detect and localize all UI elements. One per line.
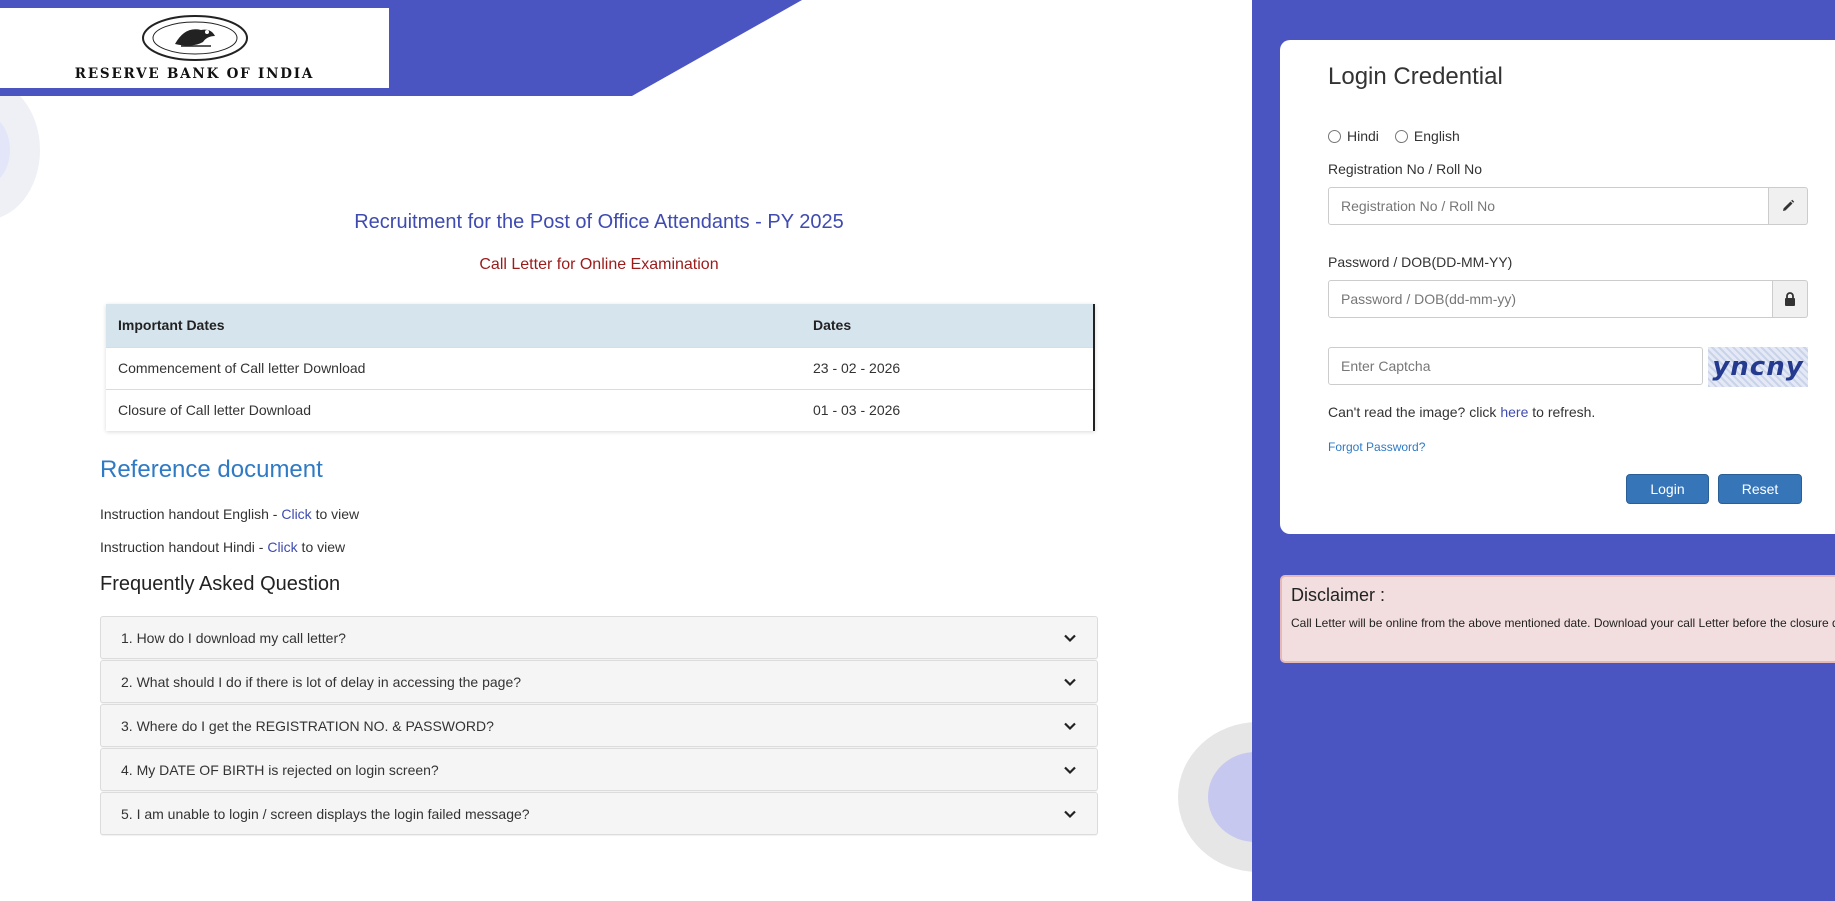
faq-question: 1. How do I download my call letter?	[121, 629, 346, 646]
chevron-down-icon	[1064, 678, 1076, 686]
rbi-seal-icon	[141, 15, 248, 61]
chevron-down-icon	[1064, 766, 1076, 774]
reset-button[interactable]: Reset	[1718, 474, 1802, 504]
password-label: Password / DOB(DD-MM-YY)	[1328, 254, 1513, 270]
chevron-down-icon	[1064, 722, 1076, 730]
table-header: Dates	[801, 304, 1094, 347]
radio-english[interactable]	[1394, 129, 1408, 143]
registration-input[interactable]	[1328, 187, 1769, 225]
page: RESERVE BANK OF INDIA Recruitment for th…	[0, 0, 1835, 901]
faq-item[interactable]: 1. How do I download my call letter?	[100, 616, 1098, 659]
faq-question: 4. My DATE OF BIRTH is rejected on login…	[121, 761, 439, 778]
forgot-password-link[interactable]: Forgot Password?	[1328, 440, 1425, 454]
instruction-english-link[interactable]: Click	[281, 506, 311, 522]
instruction-hindi-link[interactable]: Click	[267, 539, 297, 555]
chevron-down-icon	[1064, 634, 1076, 642]
captcha-refresh-link[interactable]: here	[1500, 404, 1528, 420]
reference-suffix: to view	[311, 506, 360, 522]
table-row: Closure of Call letter Download 01 - 03 …	[106, 388, 1094, 431]
reference-label: Instruction handout English -	[100, 506, 282, 522]
pencil-icon	[1769, 187, 1808, 225]
faq-accordion: 1. How do I download my call letter? 2. …	[100, 616, 1098, 836]
password-input-group	[1328, 280, 1808, 318]
login-title: Login Credential	[1328, 63, 1503, 90]
captcha-input[interactable]	[1328, 347, 1703, 385]
disclaimer-title: Disclaimer :	[1291, 585, 1386, 605]
reference-suffix: to view	[297, 539, 346, 555]
reference-item-hindi: Instruction handout Hindi - Click to vie…	[100, 539, 345, 555]
important-dates-table: Important Dates Dates Commencement of Ca…	[106, 304, 1095, 431]
table-row: Commencement of Call letter Download 23 …	[106, 346, 1094, 389]
rbi-logo: RESERVE BANK OF INDIA	[0, 8, 389, 88]
logo-text: RESERVE BANK OF INDIA	[74, 66, 315, 82]
page-subtitle: Call Letter for Online Examination	[479, 256, 719, 273]
lock-icon	[1773, 280, 1808, 318]
radio-hindi[interactable]	[1328, 129, 1341, 143]
faq-heading: Frequently Asked Question	[100, 573, 341, 595]
page-title: Recruitment for the Post of Office Atten…	[354, 211, 844, 233]
registration-label: Registration No / Roll No	[1328, 161, 1483, 177]
table-cell: 01 - 03 - 2026	[801, 388, 1094, 431]
disclaimer-box: Disclaimer : Call Letter will be online …	[1280, 575, 1835, 663]
table-cell: Closure of Call letter Download	[106, 388, 801, 431]
reference-label: Instruction handout Hindi -	[100, 539, 268, 555]
login-card: Login Credential Hindi English Registrat…	[1280, 40, 1835, 534]
faq-item[interactable]: 5. I am unable to login / screen display…	[100, 792, 1098, 835]
faq-item[interactable]: 4. My DATE OF BIRTH is rejected on login…	[100, 748, 1098, 791]
faq-item[interactable]: 3. Where do I get the REGISTRATION NO. &…	[100, 704, 1098, 747]
registration-input-group	[1328, 187, 1808, 225]
faq-question: 5. I am unable to login / screen display…	[121, 805, 530, 822]
captcha-refresh-text: Can't read the image? click here to refr…	[1328, 404, 1595, 420]
radio-label-english: English	[1413, 128, 1460, 144]
chevron-down-icon	[1064, 810, 1076, 818]
faq-item[interactable]: 2. What should I do if there is lot of d…	[100, 660, 1098, 703]
refresh-prefix: Can't read the image? click	[1328, 404, 1501, 420]
password-input[interactable]	[1328, 280, 1773, 318]
table-cell: Commencement of Call letter Download	[106, 346, 801, 389]
faq-question: 2. What should I do if there is lot of d…	[121, 673, 522, 690]
captcha-image: yncny	[1708, 347, 1808, 387]
reference-heading: Reference document	[100, 456, 323, 483]
disclaimer-text: Call Letter will be online from the abov…	[1291, 616, 1835, 630]
table-header: Important Dates	[106, 304, 801, 347]
table-cell: 23 - 02 - 2026	[801, 346, 1094, 389]
radio-label-hindi: Hindi	[1347, 128, 1379, 144]
reference-item-english: Instruction handout English - Click to v…	[100, 506, 359, 522]
table-header-row: Important Dates Dates	[106, 304, 1094, 347]
refresh-suffix: to refresh.	[1528, 404, 1596, 420]
login-button[interactable]: Login	[1626, 474, 1709, 504]
language-selector: Hindi English	[1328, 128, 1460, 144]
faq-question: 3. Where do I get the REGISTRATION NO. &…	[121, 717, 494, 734]
